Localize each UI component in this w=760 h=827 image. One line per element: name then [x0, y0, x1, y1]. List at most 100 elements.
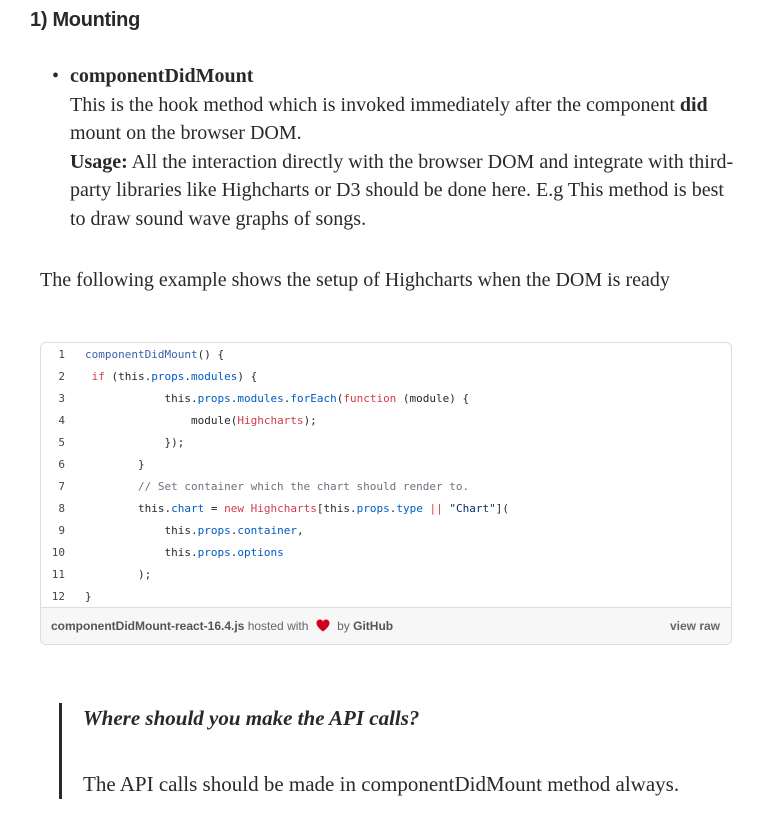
- method-term: componentDidMount: [70, 65, 254, 87]
- line-number: 1: [58, 348, 65, 361]
- quote-answer: The API calls should be made in componen…: [83, 772, 680, 796]
- code-block: 1 componentDidMount() {2 if (this.props.m…: [41, 343, 731, 607]
- line-code: componentDidMount() {: [65, 344, 224, 366]
- line-code: });: [65, 432, 184, 454]
- code-line: 8 this.chart = new Highcharts[this.props…: [41, 498, 731, 520]
- code-token: modules: [237, 392, 284, 405]
- usage-label: Usage:: [70, 150, 128, 173]
- code-token: (this.: [104, 370, 152, 383]
- code-token: }: [85, 590, 92, 603]
- code-line: 4 module(Highcharts);: [41, 410, 731, 432]
- line-number: 4: [58, 414, 65, 427]
- code-token: props: [197, 546, 231, 559]
- quote-question: Where should you make the API calls?: [83, 706, 420, 730]
- code-token: this.: [164, 392, 198, 405]
- description-text-end: mount on the browser DOM.: [70, 122, 302, 145]
- code-token: });: [164, 436, 185, 449]
- gist-meta-bar: componentDidMount-react-16.4.js hosted w…: [41, 607, 731, 644]
- method-description: This is the hook method which is invoked…: [70, 91, 740, 148]
- code-line: 7 // Set container which the chart shoul…: [41, 476, 731, 498]
- code-token: props: [197, 392, 231, 405]
- code-token: container: [237, 524, 297, 537]
- code-token: new: [224, 502, 244, 515]
- line-code: module(Highcharts);: [65, 410, 317, 432]
- line-code: this.chart = new Highcharts[this.props.t…: [65, 498, 509, 520]
- code-line: 12}: [41, 586, 731, 608]
- code-token: props: [197, 524, 231, 537]
- line-number: 5: [58, 436, 65, 449]
- code-token: Highcharts: [250, 502, 317, 515]
- code-token: type: [396, 502, 423, 515]
- code-token: options: [237, 546, 284, 559]
- code-token: // Set container which the chart should …: [137, 480, 470, 493]
- bullet-icon: •: [52, 65, 60, 87]
- code-token: this.: [164, 546, 198, 559]
- code-token: module(: [190, 414, 238, 427]
- line-code: this.props.container,: [65, 520, 304, 542]
- code-token: ) {: [237, 370, 258, 383]
- line-number: 9: [58, 524, 65, 537]
- code-line: 1 componentDidMount() {: [41, 344, 731, 366]
- line-number: 10: [51, 546, 65, 559]
- code-line: 11 );: [41, 564, 731, 586]
- code-token: chart: [171, 502, 205, 515]
- line-code: // Set container which the chart should …: [65, 476, 469, 498]
- intro-paragraph: The following example shows the setup of…: [40, 269, 670, 291]
- code-token: ||: [429, 502, 443, 515]
- code-token: "Chart": [449, 502, 496, 515]
- list-item: • componentDidMount This is the hook met…: [50, 62, 740, 234]
- code-token: () {: [197, 348, 225, 361]
- line-number: 8: [58, 502, 65, 515]
- usage-text: All the interaction directly with the br…: [70, 150, 734, 230]
- view-raw-link[interactable]: view raw: [670, 608, 720, 644]
- code-token: componentDidMount: [85, 348, 198, 361]
- line-number: 2: [58, 370, 65, 383]
- description-emphasis: did: [679, 93, 708, 116]
- code-line: 6 }: [41, 454, 731, 476]
- code-token: Highcharts: [237, 414, 304, 427]
- code-line: 9 this.props.container,: [41, 520, 731, 542]
- code-token: props: [356, 502, 390, 515]
- code-token: props: [151, 370, 185, 383]
- code-token: ](: [495, 502, 509, 515]
- line-number: 11: [51, 568, 65, 581]
- line-code: this.props.modules.forEach(function (mod…: [65, 388, 469, 410]
- github-link[interactable]: GitHub: [353, 619, 393, 633]
- gist-filename-link[interactable]: componentDidMount-react-16.4.js: [51, 619, 244, 633]
- by-text: by: [337, 619, 350, 633]
- code-token: [this.: [316, 502, 357, 515]
- code-token: ,: [296, 524, 304, 537]
- code-token: );: [303, 414, 317, 427]
- gist-embed: 1 componentDidMount() {2 if (this.props.m…: [40, 342, 732, 645]
- line-code: }: [65, 586, 92, 608]
- code-line: 3 this.props.modules.forEach(function (m…: [41, 388, 731, 410]
- code-token: modules: [190, 370, 238, 383]
- lifecycle-list: • componentDidMount This is the hook met…: [50, 62, 740, 234]
- line-number: 3: [58, 392, 65, 405]
- blockquote: Where should you make the API calls? The…: [59, 703, 760, 799]
- code-token: (module) {: [396, 392, 470, 405]
- line-number: 7: [58, 480, 65, 493]
- code-token: }: [137, 458, 145, 471]
- line-number: 6: [58, 458, 65, 471]
- line-number: 12: [51, 590, 65, 603]
- code-token: this.: [164, 524, 198, 537]
- section-heading: 1) Mounting: [30, 9, 141, 31]
- description-text: This is the hook method which is invoked…: [70, 93, 680, 116]
- code-token: .: [184, 370, 191, 383]
- gist-meta-info: componentDidMount-react-16.4.js hosted w…: [51, 608, 393, 644]
- code-token: );: [137, 568, 152, 581]
- line-code: }: [65, 454, 145, 476]
- line-code: if (this.props.modules) {: [65, 366, 258, 388]
- code-token: if: [91, 370, 105, 383]
- heart-icon: [316, 619, 330, 632]
- code-line: 10 this.props.options: [41, 542, 731, 564]
- line-code: this.props.options: [65, 542, 284, 564]
- code-line: 2 if (this.props.modules) {: [41, 366, 731, 388]
- code-token: forEach: [290, 392, 337, 405]
- usage-description: Usage: All the interaction directly with…: [70, 148, 740, 234]
- hosted-with-text: hosted with: [247, 619, 309, 633]
- code-token: function: [343, 392, 397, 405]
- code-line: 5 });: [41, 432, 731, 454]
